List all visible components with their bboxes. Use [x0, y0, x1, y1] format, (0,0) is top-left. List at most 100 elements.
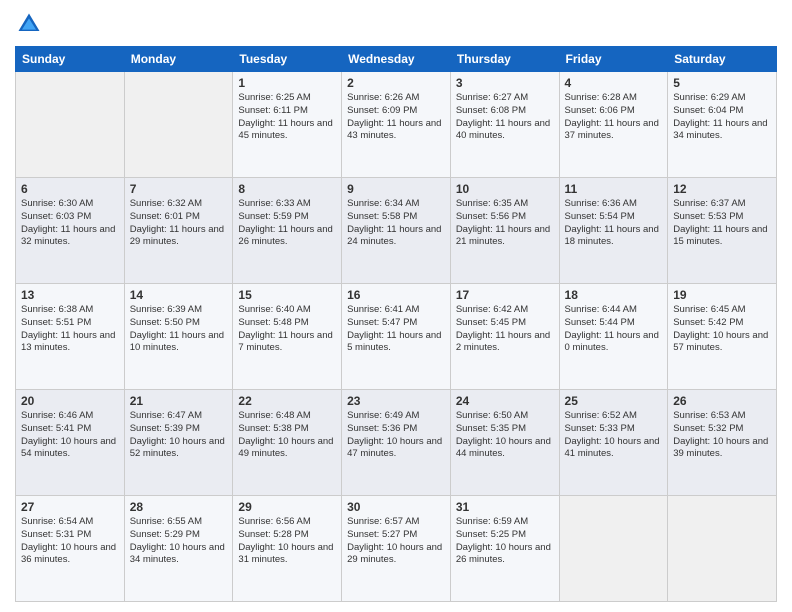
header-day-wednesday: Wednesday: [342, 47, 451, 72]
logo-icon: [15, 10, 43, 38]
calendar-cell: 18 Sunrise: 6:44 AM Sunset: 5:44 PM Dayli…: [559, 284, 668, 390]
calendar-cell: 11 Sunrise: 6:36 AM Sunset: 5:54 PM Dayli…: [559, 178, 668, 284]
calendar-cell: [668, 496, 777, 602]
header-day-sunday: Sunday: [16, 47, 125, 72]
day-number: 16: [347, 288, 445, 302]
day-info: Sunrise: 6:38 AM Sunset: 5:51 PM Dayligh…: [21, 304, 115, 353]
calendar-cell: 19 Sunrise: 6:45 AM Sunset: 5:42 PM Dayli…: [668, 284, 777, 390]
week-row-5: 27 Sunrise: 6:54 AM Sunset: 5:31 PM Dayli…: [16, 496, 777, 602]
day-number: 4: [565, 76, 663, 90]
calendar-cell: 2 Sunrise: 6:26 AM Sunset: 6:09 PM Daylig…: [342, 72, 451, 178]
day-number: 25: [565, 394, 663, 408]
calendar-cell: 27 Sunrise: 6:54 AM Sunset: 5:31 PM Dayli…: [16, 496, 125, 602]
day-info: Sunrise: 6:35 AM Sunset: 5:56 PM Dayligh…: [456, 198, 550, 247]
calendar-cell: 24 Sunrise: 6:50 AM Sunset: 5:35 PM Dayli…: [450, 390, 559, 496]
day-info: Sunrise: 6:39 AM Sunset: 5:50 PM Dayligh…: [130, 304, 224, 353]
day-info: Sunrise: 6:41 AM Sunset: 5:47 PM Dayligh…: [347, 304, 441, 353]
day-number: 12: [673, 182, 771, 196]
logo: [15, 10, 47, 38]
calendar-cell: [559, 496, 668, 602]
day-number: 23: [347, 394, 445, 408]
day-info: Sunrise: 6:55 AM Sunset: 5:29 PM Dayligh…: [130, 516, 225, 565]
day-number: 30: [347, 500, 445, 514]
day-number: 2: [347, 76, 445, 90]
day-info: Sunrise: 6:26 AM Sunset: 6:09 PM Dayligh…: [347, 92, 441, 141]
day-info: Sunrise: 6:27 AM Sunset: 6:08 PM Dayligh…: [456, 92, 550, 141]
day-info: Sunrise: 6:52 AM Sunset: 5:33 PM Dayligh…: [565, 410, 660, 459]
day-info: Sunrise: 6:40 AM Sunset: 5:48 PM Dayligh…: [238, 304, 332, 353]
calendar-cell: 25 Sunrise: 6:52 AM Sunset: 5:33 PM Dayli…: [559, 390, 668, 496]
week-row-3: 13 Sunrise: 6:38 AM Sunset: 5:51 PM Dayli…: [16, 284, 777, 390]
day-number: 22: [238, 394, 336, 408]
day-info: Sunrise: 6:25 AM Sunset: 6:11 PM Dayligh…: [238, 92, 332, 141]
day-number: 27: [21, 500, 119, 514]
day-number: 13: [21, 288, 119, 302]
day-number: 29: [238, 500, 336, 514]
calendar-cell: 10 Sunrise: 6:35 AM Sunset: 5:56 PM Dayli…: [450, 178, 559, 284]
day-info: Sunrise: 6:33 AM Sunset: 5:59 PM Dayligh…: [238, 198, 332, 247]
day-info: Sunrise: 6:42 AM Sunset: 5:45 PM Dayligh…: [456, 304, 550, 353]
day-info: Sunrise: 6:56 AM Sunset: 5:28 PM Dayligh…: [238, 516, 333, 565]
week-row-1: 1 Sunrise: 6:25 AM Sunset: 6:11 PM Daylig…: [16, 72, 777, 178]
calendar-cell: 15Sunrise: 6:40 AM Sunset: 5:48 PM Dayli…: [233, 284, 342, 390]
day-info: Sunrise: 6:54 AM Sunset: 5:31 PM Dayligh…: [21, 516, 116, 565]
day-number: 18: [565, 288, 663, 302]
day-info: Sunrise: 6:47 AM Sunset: 5:39 PM Dayligh…: [130, 410, 225, 459]
day-number: 5: [673, 76, 771, 90]
day-info: Sunrise: 6:48 AM Sunset: 5:38 PM Dayligh…: [238, 410, 333, 459]
calendar-cell: 29 Sunrise: 6:56 AM Sunset: 5:28 PM Dayli…: [233, 496, 342, 602]
week-row-2: 6 Sunrise: 6:30 AM Sunset: 6:03 PM Daylig…: [16, 178, 777, 284]
calendar-cell: 22 Sunrise: 6:48 AM Sunset: 5:38 PM Dayli…: [233, 390, 342, 496]
calendar-cell: 26Sunrise: 6:53 AM Sunset: 5:32 PM Dayli…: [668, 390, 777, 496]
header-day-friday: Friday: [559, 47, 668, 72]
day-number: 28: [130, 500, 228, 514]
header-day-thursday: Thursday: [450, 47, 559, 72]
day-number: 7: [130, 182, 228, 196]
calendar-cell: 9 Sunrise: 6:34 AM Sunset: 5:58 PM Daylig…: [342, 178, 451, 284]
calendar-cell: 30Sunrise: 6:57 AM Sunset: 5:27 PM Dayli…: [342, 496, 451, 602]
day-info: Sunrise: 6:46 AM Sunset: 5:41 PM Dayligh…: [21, 410, 116, 459]
day-info: Sunrise: 6:44 AM Sunset: 5:44 PM Dayligh…: [565, 304, 659, 353]
day-number: 17: [456, 288, 554, 302]
day-number: 24: [456, 394, 554, 408]
calendar-cell: 17 Sunrise: 6:42 AM Sunset: 5:45 PM Dayli…: [450, 284, 559, 390]
day-info: Sunrise: 6:30 AM Sunset: 6:03 PM Dayligh…: [21, 198, 115, 247]
calendar-cell: 4 Sunrise: 6:28 AM Sunset: 6:06 PM Daylig…: [559, 72, 668, 178]
calendar-cell: 12 Sunrise: 6:37 AM Sunset: 5:53 PM Dayli…: [668, 178, 777, 284]
calendar-cell: 20 Sunrise: 6:46 AM Sunset: 5:41 PM Dayli…: [16, 390, 125, 496]
header-day-saturday: Saturday: [668, 47, 777, 72]
day-number: 20: [21, 394, 119, 408]
calendar-cell: 1 Sunrise: 6:25 AM Sunset: 6:11 PM Daylig…: [233, 72, 342, 178]
calendar-cell: [124, 72, 233, 178]
day-info: Sunrise: 6:59 AM Sunset: 5:25 PM Dayligh…: [456, 516, 551, 565]
header-day-tuesday: Tuesday: [233, 47, 342, 72]
day-number: 31: [456, 500, 554, 514]
header-row: SundayMondayTuesdayWednesdayThursdayFrid…: [16, 47, 777, 72]
day-number: 8: [238, 182, 336, 196]
day-info: Sunrise: 6:45 AM Sunset: 5:42 PM Dayligh…: [673, 304, 768, 353]
day-info: Sunrise: 6:50 AM Sunset: 5:35 PM Dayligh…: [456, 410, 551, 459]
day-info: Sunrise: 6:36 AM Sunset: 5:54 PM Dayligh…: [565, 198, 659, 247]
calendar-table: SundayMondayTuesdayWednesdayThursdayFrid…: [15, 46, 777, 602]
day-number: 19: [673, 288, 771, 302]
calendar-cell: 13 Sunrise: 6:38 AM Sunset: 5:51 PM Dayli…: [16, 284, 125, 390]
calendar-cell: 21 Sunrise: 6:47 AM Sunset: 5:39 PM Dayli…: [124, 390, 233, 496]
week-row-4: 20 Sunrise: 6:46 AM Sunset: 5:41 PM Dayli…: [16, 390, 777, 496]
day-number: 26: [673, 394, 771, 408]
day-info: Sunrise: 6:37 AM Sunset: 5:53 PM Dayligh…: [673, 198, 767, 247]
day-number: 11: [565, 182, 663, 196]
calendar-cell: 5Sunrise: 6:29 AM Sunset: 6:04 PM Daylig…: [668, 72, 777, 178]
day-number: 6: [21, 182, 119, 196]
day-number: 9: [347, 182, 445, 196]
calendar-cell: 14Sunrise: 6:39 AM Sunset: 5:50 PM Dayli…: [124, 284, 233, 390]
day-number: 1: [238, 76, 336, 90]
calendar-cell: 7Sunrise: 6:32 AM Sunset: 6:01 PM Daylig…: [124, 178, 233, 284]
day-info: Sunrise: 6:28 AM Sunset: 6:06 PM Dayligh…: [565, 92, 659, 141]
calendar-cell: 6 Sunrise: 6:30 AM Sunset: 6:03 PM Daylig…: [16, 178, 125, 284]
day-number: 10: [456, 182, 554, 196]
day-number: 21: [130, 394, 228, 408]
calendar-cell: 8 Sunrise: 6:33 AM Sunset: 5:59 PM Daylig…: [233, 178, 342, 284]
day-info: Sunrise: 6:34 AM Sunset: 5:58 PM Dayligh…: [347, 198, 441, 247]
calendar-body: 1 Sunrise: 6:25 AM Sunset: 6:11 PM Daylig…: [16, 72, 777, 602]
calendar-cell: 28 Sunrise: 6:55 AM Sunset: 5:29 PM Dayli…: [124, 496, 233, 602]
